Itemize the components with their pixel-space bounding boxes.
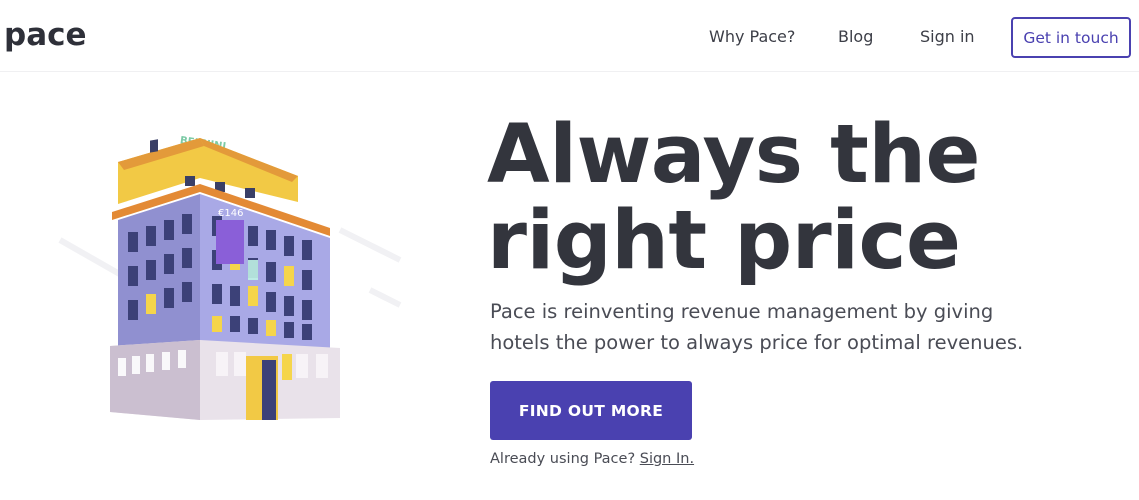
signin-prompt-text: Already using Pace? bbox=[490, 451, 636, 467]
site-header: pace Why Pace? Blog Sign in Get in touch bbox=[0, 0, 1139, 72]
signin-prompt-line: Already using Pace? Sign In. bbox=[490, 451, 694, 467]
hero-headline: Always the right price bbox=[487, 112, 980, 284]
logo[interactable]: pace bbox=[4, 17, 87, 53]
nav-sign-in[interactable]: Sign in bbox=[920, 27, 975, 46]
nav-blog[interactable]: Blog bbox=[838, 27, 873, 46]
hero-subtext: Pace is reinventing revenue management b… bbox=[490, 300, 1024, 354]
get-in-touch-button[interactable]: Get in touch bbox=[1011, 17, 1131, 58]
price-plaque-text: €146 bbox=[218, 208, 243, 219]
headline-line-1: Always the bbox=[487, 108, 980, 202]
headline-line-2: right price bbox=[487, 194, 961, 288]
hotel-building-illustration: BERNINI €146 bbox=[58, 135, 402, 420]
find-out-more-button[interactable]: FIND OUT MORE bbox=[490, 381, 692, 440]
signin-link[interactable]: Sign In. bbox=[640, 451, 694, 467]
nav-why-pace[interactable]: Why Pace? bbox=[709, 27, 795, 46]
